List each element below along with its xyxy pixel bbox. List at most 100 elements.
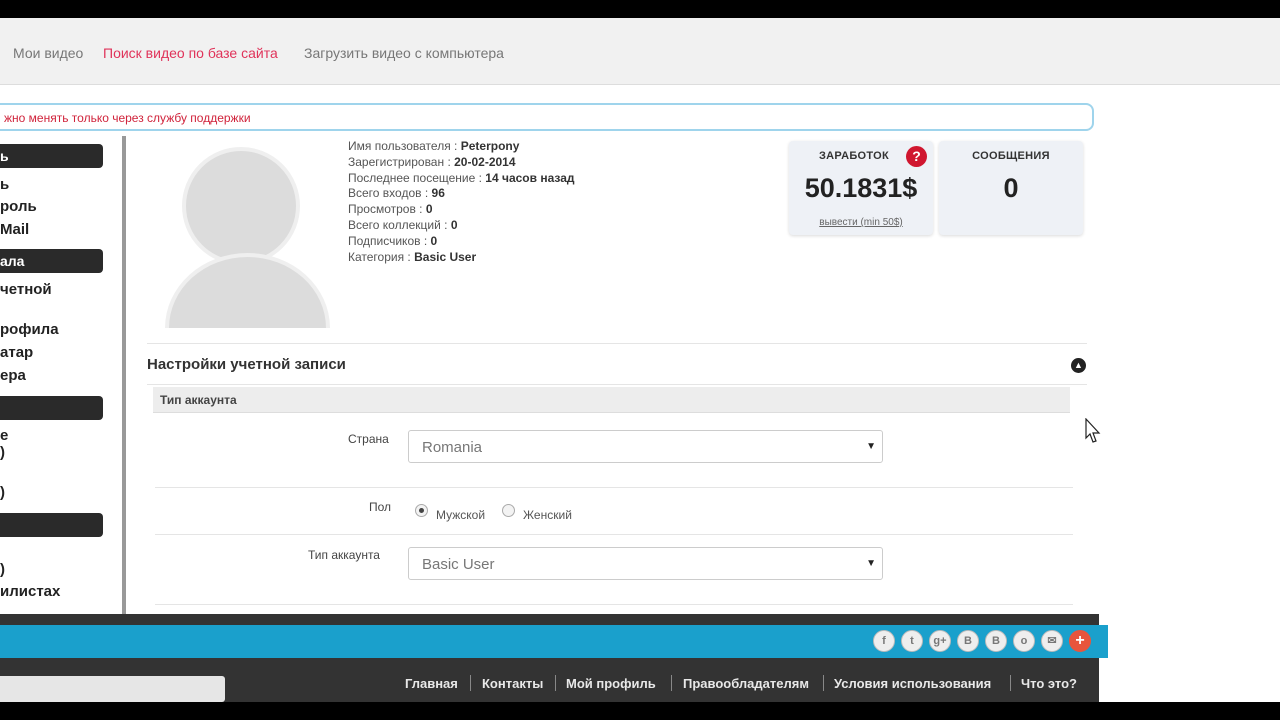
messages-card[interactable]: СООБЩЕНИЯ 0 <box>939 141 1083 235</box>
footer-link-terms[interactable]: Условия использования <box>834 676 991 691</box>
blogger-icon[interactable]: B <box>985 630 1007 652</box>
divider <box>155 534 1073 535</box>
footer-link-copyright[interactable]: Правообладателям <box>683 676 809 691</box>
avatar-body-shape <box>165 253 330 328</box>
facebook-icon[interactable]: f <box>873 630 895 652</box>
sidebar-item[interactable]: ) <box>0 561 5 578</box>
collections-value: 0 <box>450 217 458 232</box>
page: Мои видео Поиск видео по базе сайта Загр… <box>0 18 1280 702</box>
separator <box>1010 675 1011 691</box>
chevron-down-icon: ▼ <box>866 558 876 569</box>
label: Последнее посещение : <box>348 170 482 185</box>
separator <box>470 675 471 691</box>
subheader: Тип аккаунта <box>153 387 1070 413</box>
account-type-select[interactable]: Basic User ▼ <box>408 547 883 580</box>
gender-female-radio[interactable] <box>502 504 515 517</box>
notice-bar: жно менять только через службу поддержки <box>0 103 1094 131</box>
sidebar-item[interactable]: е <box>0 427 8 444</box>
vk-icon[interactable]: B <box>957 630 979 652</box>
category-value: Basic User <box>414 249 477 264</box>
logins-value: 96 <box>431 186 445 201</box>
footer-link-profile[interactable]: Мой профиль <box>566 676 656 691</box>
gender-male-label[interactable]: Мужской <box>436 508 485 522</box>
label: Подписчиков : <box>348 233 428 248</box>
sidebar-item[interactable]: Mail <box>0 221 29 238</box>
sidebar-item[interactable]: ь <box>0 176 9 193</box>
last-visit-value: 14 часов назад <box>485 170 575 185</box>
country-label: Страна <box>348 432 389 446</box>
separator <box>555 675 556 691</box>
google-plus-icon[interactable]: g+ <box>929 630 951 652</box>
sidebar-item[interactable]: ) <box>0 444 5 461</box>
country-value: Romania <box>422 439 483 456</box>
avatar[interactable] <box>165 143 330 328</box>
label: Всего коллекций : <box>348 217 448 232</box>
sidebar-item[interactable]: рофила <box>0 321 59 338</box>
divider <box>155 604 1073 605</box>
notice-text: жно менять только через службу поддержки <box>4 111 251 125</box>
footer-link-home[interactable]: Главная <box>405 676 458 691</box>
cursor-icon <box>1085 417 1101 449</box>
profile-last-visit-row: Последнее посещение : 14 часов назад <box>348 171 575 187</box>
subheader-label: Тип аккаунта <box>160 393 237 407</box>
sidebar-group-header: ала <box>0 249 103 273</box>
label: Категория : <box>348 249 411 264</box>
country-select[interactable]: Romania ▼ <box>408 430 883 463</box>
messages-label: СООБЩЕНИЯ <box>972 150 1050 162</box>
earnings-amount: 50.1831$ <box>804 173 918 203</box>
nav-my-videos[interactable]: Мои видео <box>13 45 83 61</box>
sidebar-divider <box>122 136 126 616</box>
profile-logins-row: Всего входов : 96 <box>348 186 575 202</box>
divider <box>147 343 1087 344</box>
profile-collections-row: Всего коллекций : 0 <box>348 218 575 234</box>
sidebar-item[interactable]: атар <box>0 344 33 361</box>
nav-upload-video[interactable]: Загрузить видео с компьютера <box>304 45 504 61</box>
profile-views-row: Просмотров : 0 <box>348 202 575 218</box>
account-type-value: Basic User <box>422 556 495 573</box>
sidebar: ь ь роль Mail ала четной рофила атар ера… <box>0 136 128 616</box>
avatar-head-shape <box>182 147 300 265</box>
profile-category-row: Категория : Basic User <box>348 250 575 266</box>
sidebar-item[interactable]: четной <box>0 281 52 298</box>
label: Всего входов : <box>348 186 429 201</box>
nav-search-videos[interactable]: Поиск видео по базе сайта <box>103 45 278 61</box>
account-type-label: Тип аккаунта <box>308 548 380 562</box>
profile-registered-row: Зарегистрирован : 20-02-2014 <box>348 155 575 171</box>
registered-value: 20-02-2014 <box>454 154 516 169</box>
question-icon[interactable]: ? <box>906 146 927 167</box>
earnings-card: ЗАРАБОТОК ? 50.1831$ вывести (min 50$) <box>789 141 933 235</box>
separator <box>823 675 824 691</box>
footer-search-input[interactable] <box>0 676 225 702</box>
email-icon[interactable]: ✉ <box>1041 630 1063 652</box>
section-title: Настройки учетной записи <box>147 356 346 373</box>
label: Имя пользователя : <box>348 139 458 153</box>
sidebar-item[interactable]: ера <box>0 367 26 384</box>
odnoklassniki-icon[interactable]: o <box>1013 630 1035 652</box>
gender-female-label[interactable]: Женский <box>523 508 572 522</box>
sidebar-item[interactable]: илистах <box>0 583 60 600</box>
earnings-label: ЗАРАБОТОК <box>818 150 890 162</box>
views-value: 0 <box>425 202 433 217</box>
sidebar-item[interactable]: роль <box>0 198 37 215</box>
divider <box>147 384 1087 385</box>
label: Зарегистрирован : <box>348 154 451 169</box>
footer-link-contacts[interactable]: Контакты <box>482 676 543 691</box>
profile-username-row: Имя пользователя : Peterpony <box>348 139 575 155</box>
gender-label: Пол <box>369 500 392 514</box>
profile-info: Имя пользователя : Peterpony Зарегистрир… <box>348 139 575 265</box>
messages-count: 0 <box>1003 173 1019 203</box>
collapse-icon[interactable]: ▲ <box>1071 358 1086 373</box>
sidebar-group-header <box>0 513 103 537</box>
footer-link-about[interactable]: Что это? <box>1021 676 1077 691</box>
username-value: Peterpony <box>460 139 520 153</box>
sidebar-group-header: ь <box>0 144 103 168</box>
gender-male-radio[interactable] <box>415 504 428 517</box>
more-icon[interactable]: + <box>1069 630 1091 652</box>
top-navigation: Мои видео Поиск видео по базе сайта Загр… <box>0 18 1280 85</box>
sidebar-item[interactable]: ) <box>0 484 5 501</box>
withdraw-link[interactable]: вывести (min 50$) <box>789 217 933 228</box>
subscribers-value: 0 <box>430 233 438 248</box>
divider <box>155 487 1073 488</box>
sidebar-group-header <box>0 396 103 420</box>
twitter-icon[interactable]: t <box>901 630 923 652</box>
